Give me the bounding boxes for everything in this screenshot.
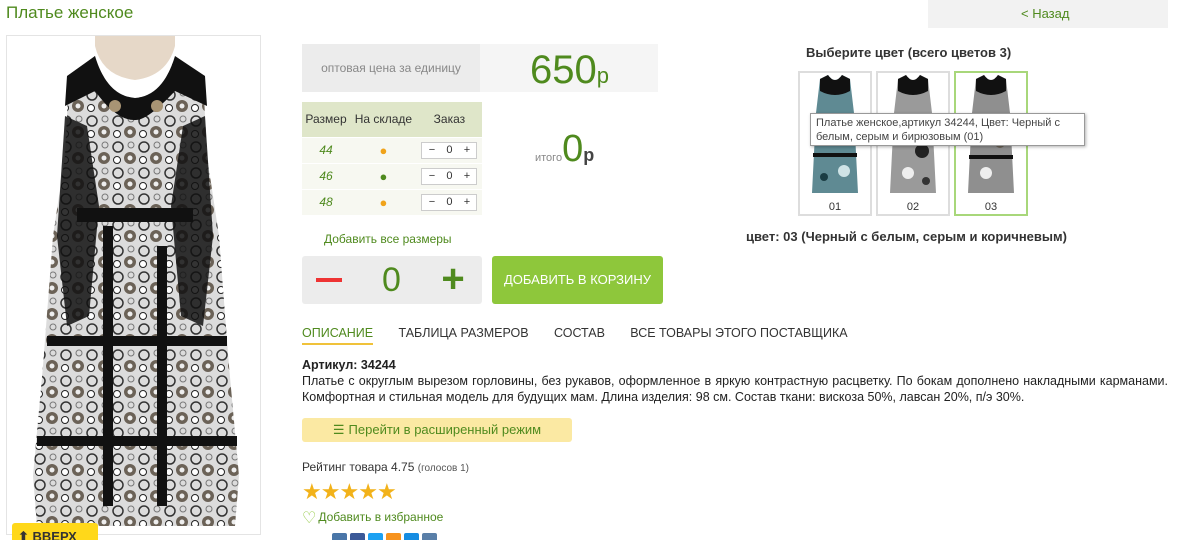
tab-supplier-products[interactable]: ВСЕ ТОВАРЫ ЭТОГО ПОСТАВЩИКА <box>630 326 847 343</box>
color-selector-title: Выберите цвет (всего цветов 3) <box>806 45 1012 60</box>
rating-label: Рейтинг товара 4.75 <box>302 460 415 474</box>
back-link[interactable]: < Назад <box>1021 6 1069 21</box>
price-box: оптовая цена за единицу 650р <box>302 44 658 92</box>
advanced-mode-button[interactable]: ☰ Перейти в расширенный режим <box>302 418 572 442</box>
total-label: итого <box>535 152 563 164</box>
plus-button[interactable]: + <box>458 195 475 210</box>
swatch-tooltip: Платье женское,артикул 34244, Цвет: Черн… <box>810 113 1085 146</box>
order-total: итого0р <box>535 128 594 171</box>
product-photo[interactable] <box>6 35 261 535</box>
minus-button[interactable]: − <box>423 143 440 158</box>
total-value: 0 <box>562 128 584 170</box>
selected-color-label: цвет: 03 (Черный с белым, серым и коричн… <box>746 229 1067 244</box>
minus-button[interactable] <box>316 278 342 282</box>
tab-composition[interactable]: СОСТАВ <box>554 326 605 343</box>
swatch-label: 01 <box>828 201 842 213</box>
stock-low-icon: ● <box>379 194 388 210</box>
facebook-icon[interactable] <box>350 533 365 540</box>
size-table: Размер На складе Заказ 44 ● −0 + 46 ● −0 +… <box>302 102 482 215</box>
rating: Рейтинг товара 4.75 (голосов 1) <box>302 460 469 474</box>
vk-icon[interactable] <box>332 533 347 540</box>
star-icon[interactable]: ★ <box>321 479 341 504</box>
total-currency: р <box>583 145 595 165</box>
dress-image <box>33 36 239 526</box>
table-row: 46 ● −0 + <box>302 162 482 189</box>
quantity-value[interactable]: 0 <box>440 195 458 210</box>
table-row: 44 ● −0 + <box>302 136 482 163</box>
minus-button[interactable]: − <box>423 195 440 210</box>
add-all-sizes-link[interactable]: Добавить все размеры <box>324 232 452 246</box>
order-header: Заказ <box>416 102 482 137</box>
scroll-up-button[interactable]: ⬆ ВВЕРХ <box>12 523 98 540</box>
price-label: оптовая цена за единицу <box>302 44 480 92</box>
list-icon: ☰ <box>332 422 345 437</box>
minus-button[interactable]: − <box>423 169 440 184</box>
advanced-mode-label: Перейти в расширенный режим <box>348 422 542 437</box>
stock-header: На складе <box>350 102 417 137</box>
quantity-value[interactable]: 0 <box>440 169 458 184</box>
size-value: 48 <box>319 195 333 210</box>
stock-low-icon: ● <box>379 142 388 158</box>
tab-size-chart[interactable]: ТАБЛИЦА РАЗМЕРОВ <box>398 326 528 343</box>
quantity-stepper: −0 + <box>421 193 478 211</box>
add-to-favorites-link[interactable]: ♡ Добавить в избранное <box>302 508 443 528</box>
stock-available-icon: ● <box>379 168 388 184</box>
odnoklassniki-icon[interactable] <box>386 533 401 540</box>
tab-description[interactable]: ОПИСАНИЕ <box>302 326 374 345</box>
size-value: 46 <box>319 169 333 183</box>
star-icon[interactable]: ★ <box>302 479 322 504</box>
plus-button[interactable]: + <box>458 169 475 184</box>
mail-icon[interactable] <box>404 533 419 540</box>
star-icon[interactable]: ★ <box>339 479 359 504</box>
twitter-icon[interactable] <box>368 533 383 540</box>
swatch-label: 02 <box>906 201 920 213</box>
size-header: Размер <box>302 102 350 137</box>
product-description: Артикул: 34244 Платье с округлым вырезом… <box>302 357 1168 405</box>
quantity-stepper: −0 + <box>421 141 478 159</box>
table-row: 48 ● −0 + <box>302 188 482 215</box>
quantity-stepper: −0 + <box>421 167 478 185</box>
plus-button[interactable]: + <box>458 143 475 158</box>
quantity-stepper: 0 + <box>302 256 482 304</box>
product-tabs: ОПИСАНИЕ ТАБЛИЦА РАЗМЕРОВ СОСТАВ ВСЕ ТОВ… <box>302 326 870 345</box>
size-value: 44 <box>319 143 333 157</box>
price-currency: р <box>596 63 609 88</box>
page-title: Платье женское <box>6 3 134 22</box>
star-icon[interactable]: ★ <box>358 479 378 504</box>
quantity-value[interactable]: 0 <box>382 261 401 300</box>
description-text: Платье с округлым вырезом горловины, без… <box>302 374 1168 404</box>
swatch-label: 03 <box>984 201 998 213</box>
article-number: Артикул: 34244 <box>302 358 396 372</box>
social-share <box>332 533 440 540</box>
rating-votes: (голосов 1) <box>417 463 469 474</box>
price-value: 650р <box>530 48 609 92</box>
add-to-cart-button[interactable]: ДОБАВИТЬ В КОРЗИНУ <box>492 256 663 304</box>
star-icon[interactable]: ★ <box>377 479 397 504</box>
back-bar: < Назад <box>928 0 1168 28</box>
rating-stars[interactable]: ★★★★★ <box>302 479 397 505</box>
favorites-label: Добавить в избранное <box>318 510 444 524</box>
heart-icon: ♡ <box>302 510 317 527</box>
plus-button[interactable]: + <box>438 259 468 299</box>
livejournal-icon[interactable] <box>422 533 437 540</box>
quantity-value[interactable]: 0 <box>440 143 458 158</box>
